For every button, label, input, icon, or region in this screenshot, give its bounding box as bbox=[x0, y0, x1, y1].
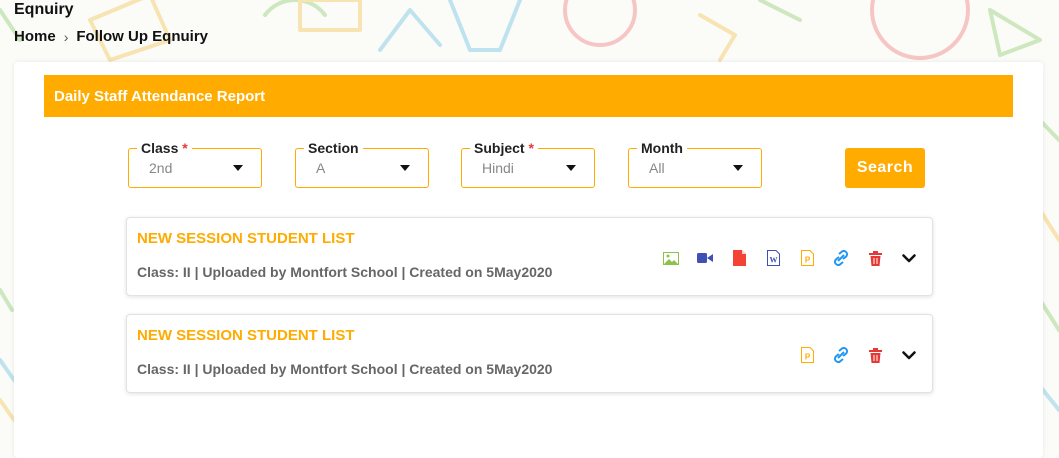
list-item: NEW SESSION STUDENT LIST Class: II | Upl… bbox=[126, 314, 933, 393]
caret-down-icon bbox=[733, 165, 743, 171]
video-icon[interactable] bbox=[696, 249, 714, 267]
report-header: Daily Staff Attendance Report bbox=[44, 75, 1013, 117]
subject-label: Subject * bbox=[470, 140, 538, 156]
subject-select[interactable]: Subject * Hindi bbox=[461, 140, 595, 188]
chevron-down-icon[interactable] bbox=[900, 249, 918, 267]
breadcrumb-current: Follow Up Eqnuiry bbox=[76, 28, 209, 45]
chevron-right-icon: › bbox=[63, 28, 69, 45]
required-asterisk: * bbox=[528, 140, 534, 156]
image-icon[interactable] bbox=[662, 249, 680, 267]
section-select[interactable]: Section A bbox=[295, 140, 429, 188]
search-button[interactable]: Search bbox=[845, 148, 925, 188]
delete-icon[interactable] bbox=[866, 249, 884, 267]
item-meta: Class: II | Uploaded by Montfort School … bbox=[137, 361, 553, 377]
svg-text:P: P bbox=[804, 353, 810, 362]
page-title: Eqnuiry bbox=[14, 1, 74, 18]
item-meta: Class: II | Uploaded by Montfort School … bbox=[137, 264, 553, 280]
class-value: 2nd bbox=[149, 160, 173, 176]
section-value: A bbox=[316, 160, 326, 176]
item-actions: W P bbox=[646, 249, 918, 267]
list-item: NEW SESSION STUDENT LIST Class: II | Upl… bbox=[126, 217, 933, 296]
section-label: Section bbox=[304, 140, 363, 156]
class-label: Class * bbox=[137, 140, 192, 156]
svg-text:W: W bbox=[769, 256, 777, 265]
item-title: NEW SESSION STUDENT LIST bbox=[137, 327, 355, 344]
word-icon[interactable]: W bbox=[764, 249, 782, 267]
item-title: NEW SESSION STUDENT LIST bbox=[137, 230, 355, 247]
page-header: Eqnuiry Home › Follow Up Eqnuiry bbox=[14, 0, 208, 45]
report-card: Daily Staff Attendance Report Class * 2n… bbox=[14, 62, 1043, 458]
caret-down-icon bbox=[400, 165, 410, 171]
breadcrumb-home[interactable]: Home bbox=[14, 28, 56, 45]
month-value: All bbox=[649, 160, 665, 176]
pdf-icon[interactable] bbox=[730, 249, 748, 267]
svg-text:P: P bbox=[804, 256, 810, 265]
chevron-down-icon[interactable] bbox=[900, 346, 918, 364]
link-icon[interactable] bbox=[832, 346, 850, 364]
link-icon[interactable] bbox=[832, 249, 850, 267]
month-select[interactable]: Month All bbox=[628, 140, 762, 188]
subject-value: Hindi bbox=[482, 160, 514, 176]
month-label: Month bbox=[637, 140, 687, 156]
item-actions: P bbox=[782, 346, 918, 364]
caret-down-icon bbox=[233, 165, 243, 171]
class-select[interactable]: Class * 2nd bbox=[128, 140, 262, 188]
ppt-icon[interactable]: P bbox=[798, 346, 816, 364]
ppt-icon[interactable]: P bbox=[798, 249, 816, 267]
required-asterisk: * bbox=[182, 140, 188, 156]
breadcrumb: Home › Follow Up Eqnuiry bbox=[14, 28, 208, 45]
caret-down-icon bbox=[566, 165, 576, 171]
delete-icon[interactable] bbox=[866, 346, 884, 364]
